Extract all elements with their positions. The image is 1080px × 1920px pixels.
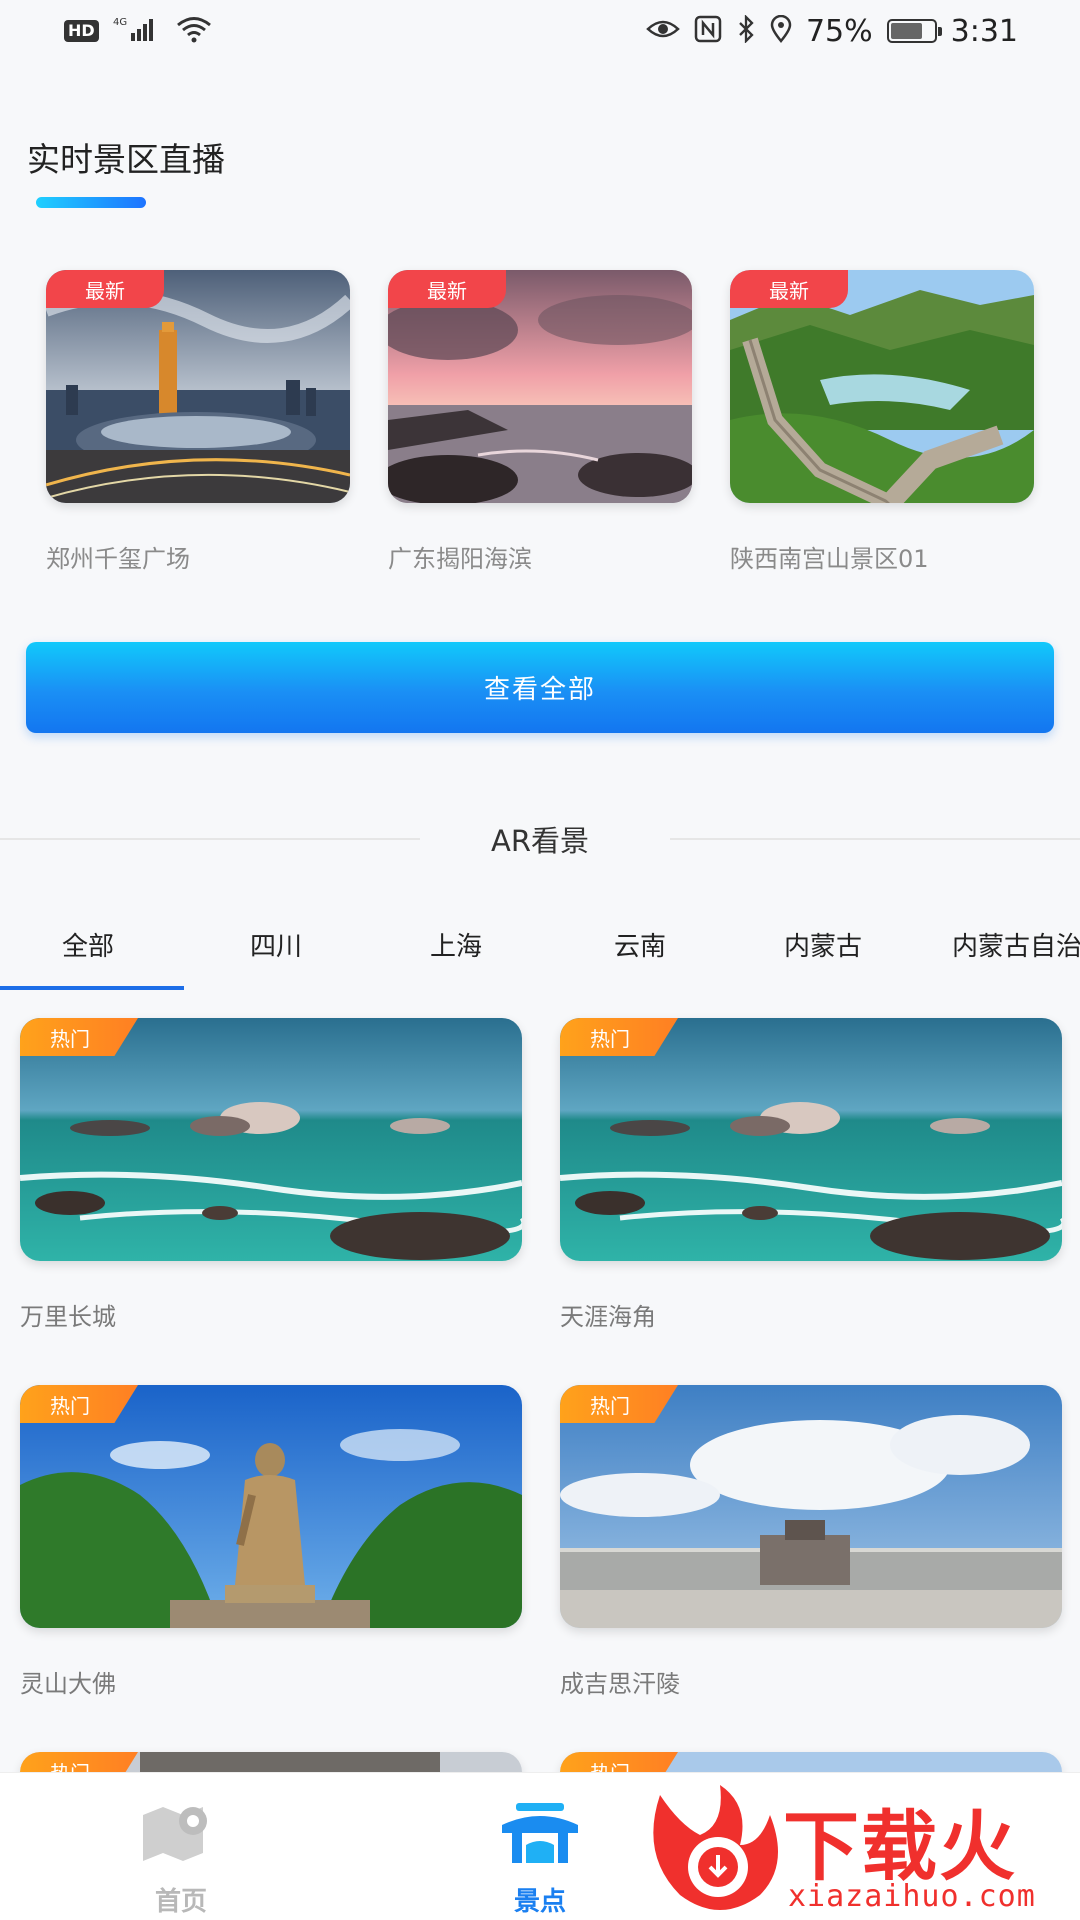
scenic-thumbnail: 热门 xyxy=(560,1018,1062,1261)
status-bar: HD 4G 75% 3:31 xyxy=(0,0,1080,62)
battery-percent: 75% xyxy=(805,13,873,49)
ar-scenic-card[interactable]: 热门 灵山大佛 xyxy=(20,1385,522,1699)
view-all-button[interactable]: 查看全部 xyxy=(26,642,1054,733)
nav-scenic[interactable]: 景点 xyxy=(460,1773,620,1920)
live-card[interactable]: 最新 陕西南宫山景区01 xyxy=(730,270,1034,574)
badge-new: 最新 xyxy=(388,270,506,308)
location-icon xyxy=(770,14,792,47)
tab-yunnan[interactable]: 云南 xyxy=(614,926,666,963)
watermark-url: xiazaihuo.com xyxy=(788,1879,1036,1914)
tab-all[interactable]: 全部 xyxy=(62,926,114,963)
nav-label: 首页 xyxy=(154,1887,207,1917)
ar-section-title: AR看景 xyxy=(491,824,589,858)
live-card-name: 陕西南宫山景区01 xyxy=(730,545,929,573)
scenic-name: 灵山大佛 xyxy=(20,1670,116,1698)
live-section-title: 实时景区直播 xyxy=(27,140,225,179)
watermark-logo: 下载火 xiazaihuo.com xyxy=(640,1775,1080,1920)
active-tab-indicator xyxy=(0,986,184,990)
live-thumbnail: 最新 xyxy=(388,270,692,503)
ar-scenic-card[interactable]: 热门 万里长城 xyxy=(20,1018,522,1332)
live-card[interactable]: 最新 广东揭阳海滨 xyxy=(388,270,692,574)
live-card-name: 广东揭阳海滨 xyxy=(388,545,532,573)
tab-shanghai[interactable]: 上海 xyxy=(430,926,482,963)
nfc-icon xyxy=(694,15,722,47)
scenic-name: 天涯海角 xyxy=(560,1303,656,1331)
ar-scenic-card[interactable]: 热门 天涯海角 xyxy=(560,1018,1062,1332)
clock: 3:31 xyxy=(950,13,1018,49)
scenic-thumbnail: 热门 xyxy=(560,1385,1062,1628)
region-tabs: 全部 四川 上海 云南 内蒙古 内蒙古自治 xyxy=(0,900,1080,990)
ar-scenic-card[interactable]: 热门 成吉思汗陵 xyxy=(560,1385,1062,1699)
live-thumbnail: 最新 xyxy=(46,270,350,503)
tab-inner-mongolia[interactable]: 内蒙古 xyxy=(784,926,862,963)
hd-badge: HD xyxy=(64,20,99,42)
eye-icon xyxy=(646,17,680,45)
scenic-thumbnail: 热门 xyxy=(20,1385,522,1628)
badge-new: 最新 xyxy=(730,270,848,308)
battery-icon xyxy=(886,19,942,43)
bluetooth-icon xyxy=(736,14,756,47)
tab-sichuan[interactable]: 四川 xyxy=(250,926,302,963)
title-underline xyxy=(36,197,146,208)
flame-logo-icon xyxy=(653,1785,778,1910)
scenic-thumbnail: 热门 xyxy=(20,1018,522,1261)
live-card[interactable]: 最新 郑州千玺广场 xyxy=(46,270,350,574)
scenic-name: 万里长城 xyxy=(20,1303,116,1331)
live-thumbnail: 最新 xyxy=(730,270,1034,503)
live-card-name: 郑州千玺广场 xyxy=(46,545,190,573)
badge-new: 最新 xyxy=(46,270,164,308)
status-left: HD 4G xyxy=(64,15,213,47)
wifi-icon xyxy=(175,15,213,47)
tab-inner-mongolia-region[interactable]: 内蒙古自治 xyxy=(952,926,1080,963)
status-right: 75% 3:31 xyxy=(646,14,1018,49)
signal-icon: 4G xyxy=(113,15,161,47)
nav-label: 景点 xyxy=(513,1887,566,1917)
scenic-name: 成吉思汗陵 xyxy=(560,1670,680,1698)
svg-text:4G: 4G xyxy=(113,17,127,28)
nav-home[interactable]: 首页 xyxy=(101,1773,261,1920)
